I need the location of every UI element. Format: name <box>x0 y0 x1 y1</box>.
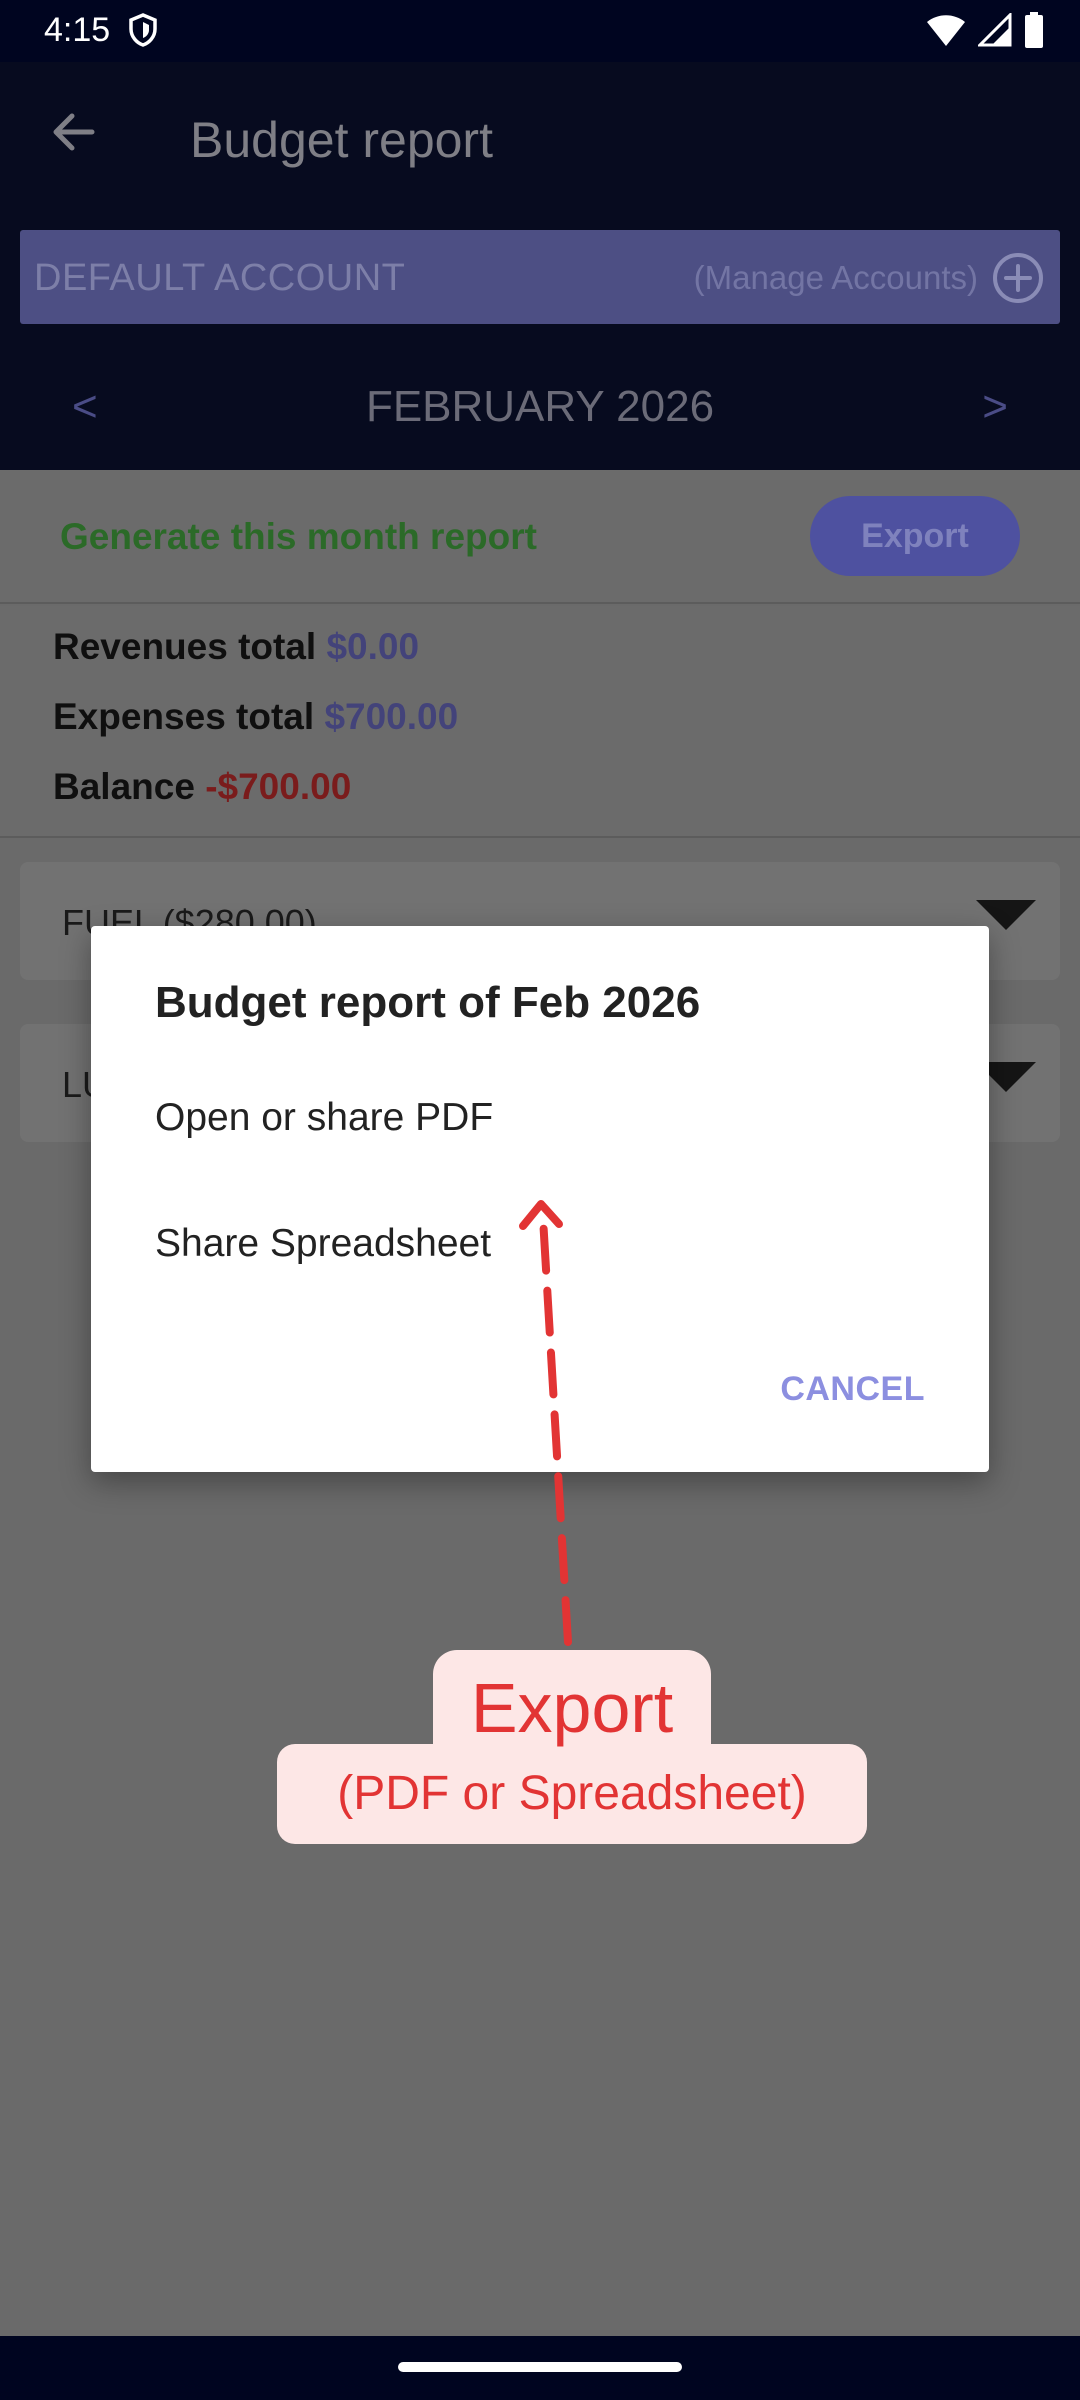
generate-report-label: Generate this month report <box>60 516 537 557</box>
balance-row: Balance -$700.00 <box>53 766 351 808</box>
account-selector[interactable]: DEFAULT ACCOUNT (Manage Accounts) <box>20 230 1060 324</box>
battery-icon <box>1025 12 1043 48</box>
annotation-subtitle: (PDF or Spreadsheet) <box>337 1767 807 1820</box>
month-label: FEBRUARY 2026 <box>365 382 715 431</box>
month-navigator: < FEBRUARY 2026 > <box>0 362 1080 452</box>
arrow-back-icon[interactable] <box>44 102 104 162</box>
expenses-total-row: Expenses total $700.00 <box>53 696 458 738</box>
revenues-total-label: Revenues total <box>53 626 317 667</box>
report-header: Generate this month report Export <box>0 470 1080 604</box>
revenues-total-row: Revenues total $0.00 <box>53 626 419 668</box>
expenses-total-value: $700.00 <box>324 696 459 737</box>
totals-panel: Revenues total $0.00 Expenses total $700… <box>0 606 1080 838</box>
app-bar: Budget report DEFAULT ACCOUNT (Manage Ac… <box>0 62 1080 470</box>
open-share-pdf-option[interactable]: Open or share PDF <box>155 1096 493 1140</box>
page-title: Budget report <box>190 112 493 168</box>
balance-value: -$700.00 <box>205 766 352 807</box>
balance-label: Balance <box>53 766 195 807</box>
status-bar: 4:15 <box>0 0 1080 62</box>
add-circle-icon[interactable] <box>992 252 1044 304</box>
wifi-icon <box>927 15 965 46</box>
manage-accounts-link[interactable]: (Manage Accounts) <box>694 258 978 298</box>
next-month-button[interactable]: > <box>982 382 1008 432</box>
home-handle[interactable] <box>398 2362 682 2372</box>
status-icons <box>926 12 1044 48</box>
account-name[interactable]: DEFAULT ACCOUNT <box>34 256 405 300</box>
system-navigation-bar <box>0 2336 1080 2400</box>
export-dialog: Budget report of Feb 2026 Open or share … <box>91 926 989 1472</box>
expenses-total-label: Expenses total <box>53 696 315 737</box>
signal-icon <box>978 13 1012 47</box>
cancel-button[interactable]: CANCEL <box>780 1370 925 1409</box>
dialog-title: Budget report of Feb 2026 <box>155 978 701 1027</box>
revenues-total-value: $0.00 <box>326 626 420 667</box>
export-button[interactable]: Export <box>810 496 1020 576</box>
share-spreadsheet-option[interactable]: Share Spreadsheet <box>155 1222 491 1266</box>
shield-icon <box>129 13 157 47</box>
annotation-title: Export <box>470 1669 674 1747</box>
status-time: 4:15 <box>44 11 111 49</box>
